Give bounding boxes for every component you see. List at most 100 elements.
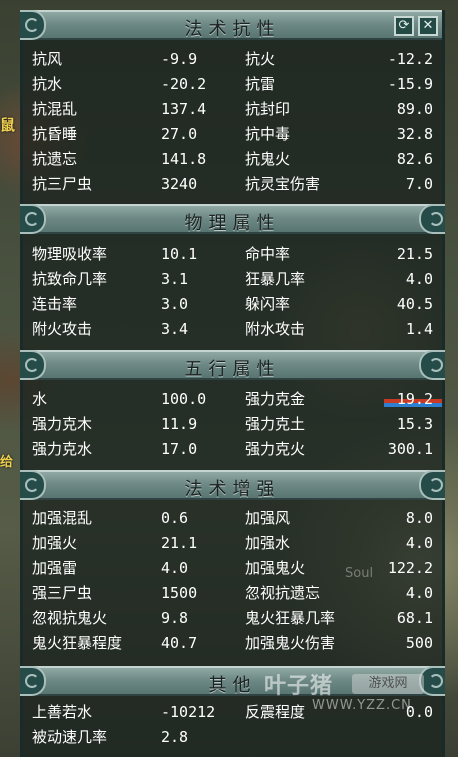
stat-label: 加强混乱 [32, 509, 93, 527]
section-title: 法术增强 [184, 479, 281, 500]
section-header-physical[interactable]: 物理属性 [20, 204, 445, 234]
stat-value: 19.2 [396, 390, 433, 408]
stat-value: -9.9 [161, 50, 198, 68]
stat-value: 3240 [161, 175, 198, 193]
stat-value: 40.7 [161, 634, 198, 652]
stat-label: 上善若水 [32, 703, 93, 721]
stat-value: 9.8 [161, 609, 189, 627]
stat-label: 加强火 [32, 534, 78, 552]
section-title: 物理属性 [184, 213, 281, 234]
stat-value: 3.0 [161, 295, 189, 313]
stat-label: 加强雷 [32, 559, 78, 577]
stat-label: 抗致命几率 [32, 270, 108, 288]
stat-row: 加强火 21.1 加强水 4.0 [23, 531, 442, 556]
stat-label: 鬼火狂暴程度 [32, 634, 123, 652]
stat-value: 15.3 [396, 415, 433, 433]
stat-label: 连击率 [32, 295, 78, 313]
stat-value: 68.1 [396, 609, 433, 627]
scene-text-fragment: 鼠 [0, 116, 16, 134]
stat-label: 被动速几率 [32, 728, 108, 746]
stat-row: 抗遗忘 141.8 抗鬼火 82.6 [23, 147, 442, 172]
stat-row: 附火攻击 3.4 附水攻击 1.4 [23, 317, 442, 342]
stat-value: 89.0 [396, 100, 433, 118]
refresh-button[interactable]: ⟳ [394, 16, 414, 36]
stat-label: 抗中毒 [245, 125, 291, 143]
stat-label: 抗雷 [245, 75, 276, 93]
header-ornament-icon [419, 350, 445, 380]
stat-row: 强力克水 17.0 强力克火 300.1 [23, 437, 442, 462]
section-header-other[interactable]: 其他 [20, 666, 445, 696]
stat-value: 10.1 [161, 245, 198, 263]
stat-value: 300.1 [387, 440, 433, 458]
stat-label: 狂暴几率 [245, 270, 306, 288]
stat-label: 抗火 [245, 50, 276, 68]
stat-label: 抗三尸虫 [32, 175, 93, 193]
close-button[interactable]: ✕ [418, 16, 438, 36]
stat-value: 122.2 [387, 559, 433, 577]
stat-value: 1500 [161, 584, 198, 602]
stat-label: 抗鬼火 [245, 150, 291, 168]
stat-value: -15.9 [387, 75, 433, 93]
stat-row: 抗昏睡 27.0 抗中毒 32.8 [23, 122, 442, 147]
stat-value: -10212 [161, 703, 216, 721]
stat-row: 抗混乱 137.4 抗封印 89.0 [23, 97, 442, 122]
stat-value: 137.4 [161, 100, 207, 118]
stat-row: 鬼火狂暴程度 40.7 加强鬼火伤害 500 [23, 631, 442, 656]
section-title: 五行属性 [184, 359, 281, 380]
stat-label: 加强鬼火伤害 [245, 634, 336, 652]
stat-label: 抗遗忘 [32, 150, 78, 168]
header-ornament-icon [419, 666, 445, 696]
stat-label: 忽视抗鬼火 [32, 609, 108, 627]
stat-value: 100.0 [161, 390, 207, 408]
stat-value: 141.8 [161, 150, 207, 168]
stat-value: 4.0 [405, 270, 433, 288]
stat-label: 水 [32, 390, 48, 408]
stat-label: 物理吸收率 [32, 245, 108, 263]
stat-label: 附火攻击 [32, 320, 93, 338]
stat-label: 加强风 [245, 509, 291, 527]
stat-row: 抗风 -9.9 抗火 -12.2 [23, 47, 442, 72]
stat-row: 加强雷 4.0 加强鬼火 122.2 [23, 556, 442, 581]
stat-value: -20.2 [161, 75, 207, 93]
stat-value: 0.0 [405, 703, 433, 721]
stat-value: 17.0 [161, 440, 198, 458]
section-header-elements[interactable]: 五行属性 [20, 350, 445, 380]
stat-label: 加强鬼火 [245, 559, 306, 577]
section-header-resist[interactable]: 法术抗性 ⟳ ✕ [20, 10, 442, 40]
stat-value: 27.0 [161, 125, 198, 143]
stat-value: 11.9 [161, 415, 198, 433]
stat-label: 强力克火 [245, 440, 306, 458]
stat-value: 1.4 [405, 320, 433, 338]
stat-value: 32.8 [396, 125, 433, 143]
stat-label: 抗灵宝伤害 [245, 175, 321, 193]
stat-row: 抗三尸虫 3240 抗灵宝伤害 7.0 [23, 172, 442, 197]
stat-row: 强力克木 11.9 强力克土 15.3 [23, 412, 442, 437]
stat-label: 强力克水 [32, 440, 93, 458]
stat-value: 3.4 [161, 320, 189, 338]
stat-label: 附水攻击 [245, 320, 306, 338]
stat-value: 4.0 [161, 559, 189, 577]
stat-value: 2.8 [161, 728, 189, 746]
close-icon: ✕ [422, 18, 434, 33]
stat-label: 命中率 [245, 245, 291, 263]
stat-label: 躲闪率 [245, 295, 291, 313]
stat-label: 抗封印 [245, 100, 291, 118]
stat-label: 加强水 [245, 534, 291, 552]
header-ornament-icon [419, 204, 445, 234]
stat-value: 0.6 [161, 509, 189, 527]
stat-row: 水 100.0 强力克金 19.2 [23, 387, 442, 412]
stat-value: -12.2 [387, 50, 433, 68]
stat-label: 忽视抗遗忘 [245, 584, 321, 602]
stat-row: 上善若水 -10212 反震程度 0.0 [23, 700, 442, 725]
stat-value: 21.5 [396, 245, 433, 263]
section-header-enhance[interactable]: 法术增强 [20, 470, 445, 500]
stat-row: 强三尸虫 1500 忽视抗遗忘 4.0 [23, 581, 442, 606]
stat-value: 8.0 [405, 509, 433, 527]
header-ornament-icon [419, 470, 445, 500]
spell-resistance-window: 法术抗性 ⟳ ✕ 抗风 -9.9 抗火 -12.2 抗水 -20.2 抗雷 -15.9 抗混… [20, 10, 445, 757]
stat-value: 3.1 [161, 270, 189, 288]
section-title: 其他 [208, 675, 257, 696]
stat-row: 抗致命几率 3.1 狂暴几率 4.0 [23, 267, 442, 292]
refresh-icon: ⟳ [398, 18, 410, 33]
stat-label: 强力克金 [245, 390, 306, 408]
